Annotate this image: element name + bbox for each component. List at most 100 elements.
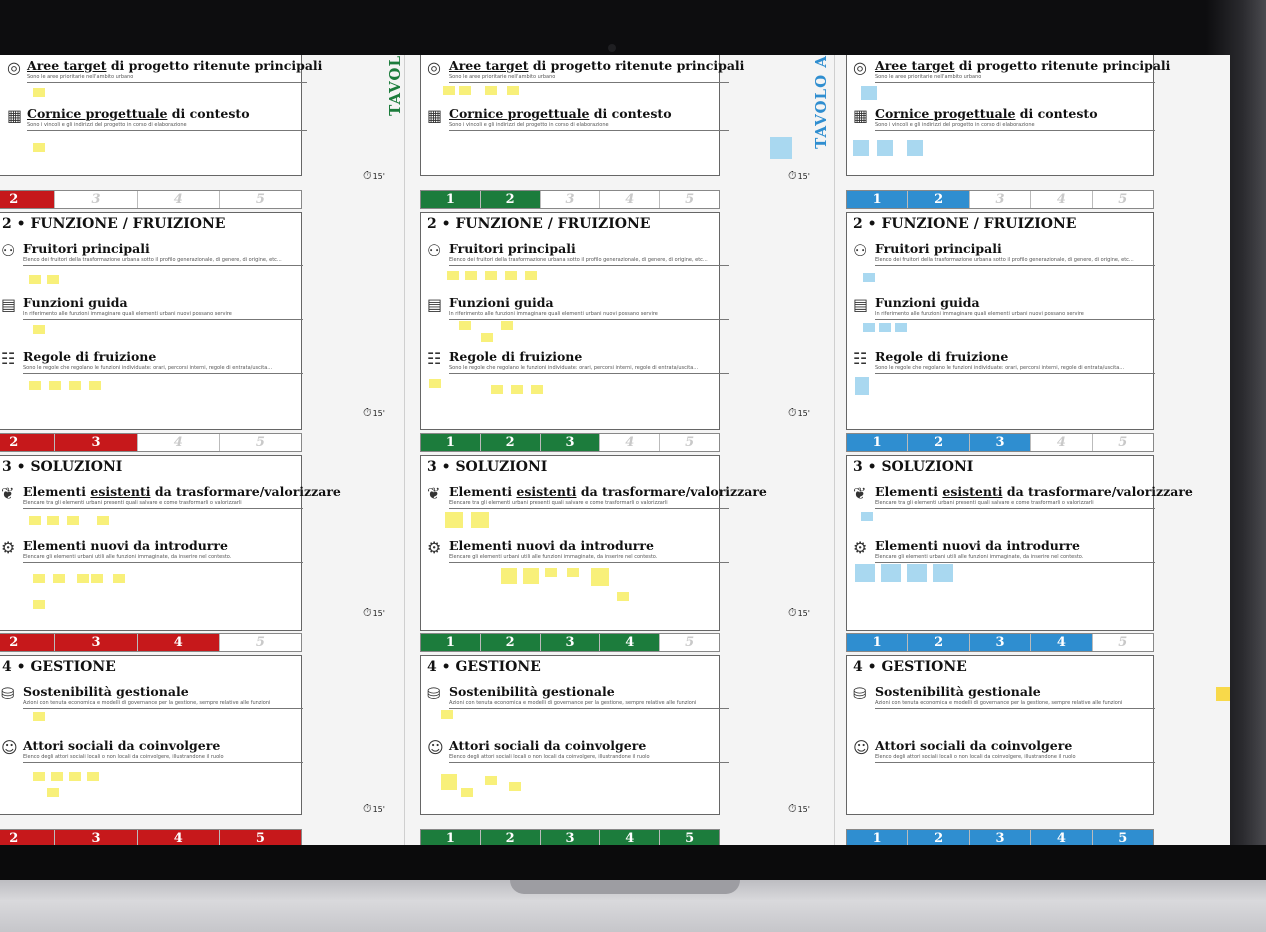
sticky-note[interactable]	[465, 271, 477, 280]
webcam	[608, 44, 616, 52]
sticky-note[interactable]	[47, 275, 59, 284]
plant-icon: ❦	[1, 484, 15, 503]
sticky-note[interactable]	[89, 381, 101, 390]
sticky-note[interactable]	[770, 137, 792, 159]
column-divider	[834, 55, 835, 845]
sticky-note[interactable]	[863, 273, 875, 282]
board-column-red: ◎ Aree target di progetto ritenute princ…	[0, 55, 341, 845]
sticky-note[interactable]	[907, 564, 927, 582]
sticky-note[interactable]	[87, 772, 99, 781]
sticky-note[interactable]	[49, 381, 61, 390]
step-1: 1	[847, 830, 909, 845]
item-description: Sono le regole che regolano le funzioni …	[449, 365, 729, 374]
sticky-note[interactable]	[531, 385, 543, 394]
sticky-note[interactable]	[853, 140, 869, 156]
sticky-note[interactable]	[485, 86, 497, 95]
sticky-note[interactable]	[33, 772, 45, 781]
section-title: 4 • GESTIONE	[427, 659, 541, 675]
sticky-note[interactable]	[505, 271, 517, 280]
item-heading: Attori sociali da coinvolgere	[23, 738, 221, 753]
sticky-note[interactable]	[33, 712, 45, 721]
sticky-note[interactable]	[895, 323, 907, 332]
sticky-note[interactable]	[33, 600, 45, 609]
sticky-note[interactable]	[855, 564, 875, 582]
sticky-note[interactable]	[69, 772, 81, 781]
step-3: 3	[541, 191, 601, 208]
sticky-note[interactable]	[879, 323, 891, 332]
sticky-note[interactable]	[907, 140, 923, 156]
functions-icon: ▤	[853, 295, 869, 314]
sticky-note[interactable]	[861, 86, 877, 100]
sticky-note[interactable]	[863, 323, 875, 332]
progress-bar-green-4: 1 2 3 4 5	[420, 633, 720, 652]
sticky-note[interactable]	[855, 377, 869, 395]
users-icon: ⚇	[427, 241, 442, 260]
sticky-note[interactable]	[29, 381, 41, 390]
item-heading: Aree target di progetto ritenute princip…	[449, 58, 745, 73]
sticky-note[interactable]	[441, 774, 457, 790]
section-4-board: 4 • GESTIONE ⛁ Sostenibilità gestionale …	[846, 655, 1155, 815]
sticky-note[interactable]	[77, 574, 89, 583]
sticky-note[interactable]	[501, 321, 513, 330]
sticky-note[interactable]	[33, 88, 45, 97]
sticky-note[interactable]	[445, 512, 463, 528]
sticky-note[interactable]	[491, 385, 503, 394]
step-3: 3	[970, 191, 1032, 208]
sticky-note[interactable]	[461, 788, 473, 797]
sticky-note[interactable]	[545, 568, 557, 577]
sticky-note[interactable]	[933, 564, 953, 582]
sticky-note[interactable]	[33, 574, 45, 583]
sticky-note[interactable]	[33, 143, 45, 152]
building-icon: ▦	[853, 106, 869, 125]
sticky-note[interactable]	[113, 574, 125, 583]
sticky-note[interactable]	[33, 325, 45, 334]
step-3: 3	[540, 434, 601, 451]
sticky-note[interactable]	[567, 568, 579, 577]
sticky-note[interactable]	[67, 516, 79, 525]
sticky-note[interactable]	[429, 379, 441, 388]
sticky-note[interactable]	[97, 516, 109, 525]
step-1: 1	[421, 634, 481, 651]
sticky-note[interactable]	[591, 568, 609, 586]
progress-bar-red-4: 1 2 3 4 5	[0, 633, 302, 652]
sticky-note[interactable]	[877, 140, 893, 156]
sticky-note[interactable]	[485, 776, 497, 785]
sticky-note[interactable]	[443, 86, 455, 95]
step-1: 1	[421, 830, 481, 845]
sticky-note[interactable]	[51, 772, 63, 781]
sticky-note[interactable]	[481, 333, 493, 342]
sticky-note[interactable]	[881, 564, 901, 582]
sticky-note[interactable]	[459, 321, 471, 330]
sticky-note[interactable]	[485, 271, 497, 280]
item-description: In riferimento alle funzioni immaginare …	[875, 311, 1155, 320]
section-1-board: ◎ Aree target di progetto ritenute princ…	[420, 55, 744, 176]
sticky-note[interactable]	[447, 271, 459, 280]
sticky-note[interactable]	[53, 574, 65, 583]
sticky-note[interactable]	[511, 385, 523, 394]
sticky-note[interactable]	[29, 275, 41, 284]
sticky-note[interactable]	[47, 516, 59, 525]
sticky-note[interactable]	[507, 86, 519, 95]
sticky-note[interactable]	[29, 516, 41, 525]
whiteboard-screen[interactable]: ◎ Aree target di progetto ritenute princ…	[0, 55, 1230, 845]
item-description: In riferimento alle funzioni immaginare …	[449, 311, 729, 320]
sticky-note[interactable]	[523, 568, 539, 584]
sticky-note[interactable]	[47, 788, 59, 797]
sticky-note[interactable]	[501, 568, 517, 584]
sticky-note[interactable]	[1216, 687, 1230, 701]
sticky-note[interactable]	[471, 512, 489, 528]
sticky-note[interactable]	[459, 86, 471, 95]
section-title: 2 • FUNZIONE / FRUIZIONE	[427, 216, 651, 232]
item-description: Azioni con tenuta economica e modelli di…	[23, 700, 303, 709]
step-4: 4	[1031, 634, 1093, 651]
sticky-note[interactable]	[617, 592, 629, 601]
sticky-note[interactable]	[69, 381, 81, 390]
item-cornice: ▦ Cornice progettuale di contesto Sono i…	[0, 106, 307, 146]
item-heading: Attori sociali da coinvolgere	[875, 738, 1073, 753]
item-description: Sono i vincoli e gli indirizzi del proge…	[449, 122, 729, 131]
sticky-note[interactable]	[525, 271, 537, 280]
sticky-note[interactable]	[861, 512, 873, 521]
sticky-note[interactable]	[509, 782, 521, 791]
sticky-note[interactable]	[441, 710, 453, 719]
sticky-note[interactable]	[91, 574, 103, 583]
